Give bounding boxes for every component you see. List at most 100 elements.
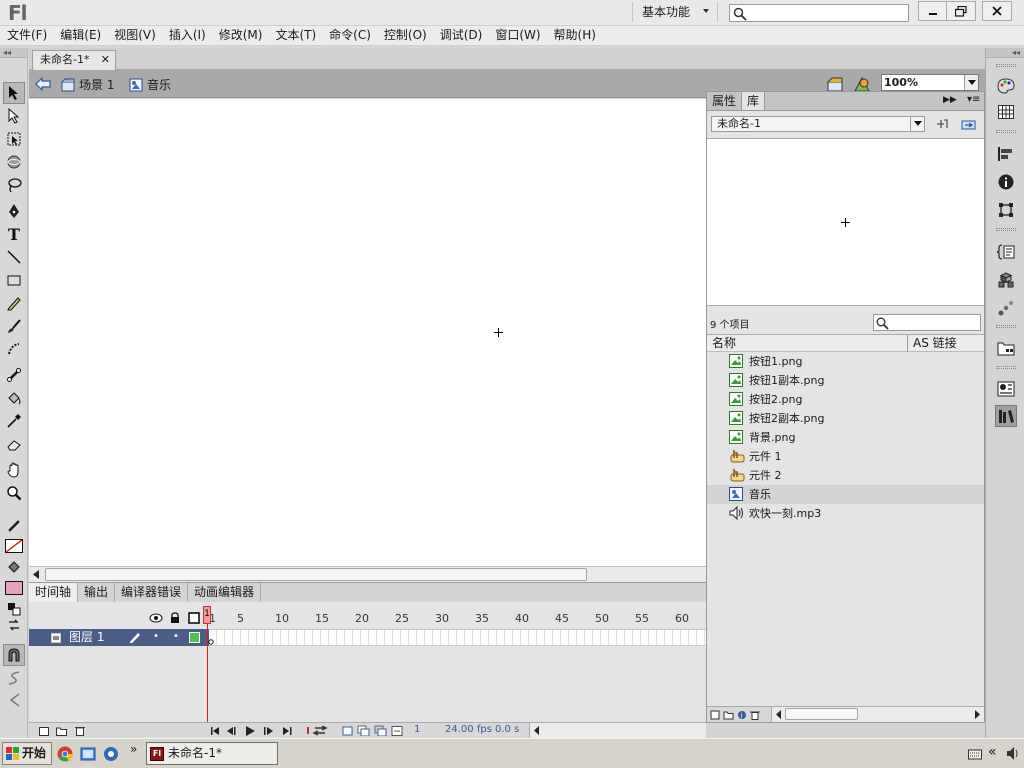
tab-output[interactable]: 输出 [78,583,116,602]
playhead[interactable]: 1 [203,606,211,624]
scroll-left-icon[interactable] [775,710,782,719]
3d-rotation-tool[interactable] [3,151,25,173]
stage-horizontal-scrollbar[interactable] [29,566,706,582]
speaker-icon[interactable] [1006,746,1020,761]
new-folder-icon[interactable] [56,726,67,736]
smooth-button[interactable] [3,667,25,689]
library-actions[interactable]: i [710,710,772,720]
tab-properties[interactable]: 属性 [707,92,741,110]
scroll-left-icon[interactable] [533,726,540,735]
color-panel-button[interactable] [995,75,1017,97]
column-name-header[interactable]: 名称 [712,335,736,352]
eye-icon[interactable] [149,613,163,623]
project-panel-button[interactable] [995,337,1017,359]
stage[interactable] [29,99,706,566]
library-item[interactable]: 按钮1副本.png [707,371,984,390]
current-frame-value[interactable]: 1 [414,724,420,735]
lock-icon[interactable] [170,612,180,624]
onion-skin-controls[interactable] [342,725,404,736]
collapse-panel-icon[interactable]: ▶▶ [943,95,957,105]
line-tool[interactable] [3,246,25,268]
loop-icon[interactable] [307,725,329,736]
tray-expand-icon[interactable]: « [988,744,997,760]
pencil-tool[interactable] [3,292,25,314]
restore-button[interactable] [946,1,976,21]
elapsed-time-value[interactable]: 0.0 s [495,724,519,735]
column-linkage-header[interactable]: AS 链接 [907,335,957,352]
text-tool[interactable]: T [3,223,25,245]
close-tab-icon[interactable]: ✕ [101,51,110,69]
menu-help[interactable]: 帮助(H) [547,26,602,45]
new-library-panel-icon[interactable] [961,118,977,130]
expand-panels-button[interactable]: ◂◂ [986,48,1024,58]
pin-library-icon[interactable] [935,118,949,130]
align-panel-button[interactable] [995,143,1017,165]
outline-icon[interactable] [188,612,200,624]
brush-tool[interactable] [3,315,25,337]
visibility-dot[interactable]: • [153,628,159,645]
scroll-left-icon[interactable] [32,570,40,579]
lock-dot[interactable]: • [173,628,179,645]
library-panel-button[interactable] [995,405,1017,427]
properties-panel-button[interactable] [995,378,1017,400]
library-item[interactable]: 按钮2副本.png [707,409,984,428]
components-panel-button[interactable] [995,269,1017,291]
tab-compiler-errors[interactable]: 编译器错误 [115,583,189,602]
settings-gear-icon[interactable] [103,746,119,762]
free-transform-tool[interactable] [3,128,25,150]
fill-color-swatch[interactable] [3,577,25,599]
info-panel-button[interactable] [995,171,1017,193]
motion-presets-panel-button[interactable] [995,297,1017,319]
library-document-select[interactable]: 未命名-1 [711,116,925,132]
edit-scene-button[interactable] [826,76,844,92]
menu-view[interactable]: 视图(V) [107,26,162,45]
eraser-tool[interactable] [3,433,25,455]
library-item[interactable]: 音乐 [707,485,984,504]
timeline-horizontal-scrollbar[interactable] [529,723,706,738]
menu-control[interactable]: 控制(O) [377,26,433,45]
pen-tool[interactable] [3,200,25,222]
tab-timeline[interactable]: 时间轴 [29,583,79,602]
library-item[interactable]: 按钮1.png [707,352,984,371]
menu-commands[interactable]: 命令(C) [322,26,377,45]
quicklaunch-more-icon[interactable]: » [130,742,137,756]
menu-insert[interactable]: 插入(I) [162,26,212,45]
frame-ruler[interactable]: 1 5 10 15 20 25 30 35 40 45 50 55 60 [209,606,706,628]
paint-bucket-tool[interactable] [3,387,25,409]
close-button[interactable] [982,1,1012,21]
back-button[interactable] [35,77,51,91]
menu-text[interactable]: 文本(T) [268,26,322,45]
library-horizontal-scrollbar[interactable] [771,707,984,722]
layer-row[interactable]: 图层 1 • • [29,629,209,646]
library-item[interactable]: 欢快一刻.mp3 [707,504,984,523]
fps-value[interactable]: 24.00 fps [445,724,492,735]
library-item[interactable]: 背景.png [707,428,984,447]
taskbar-window-button[interactable]: Fl 未命名-1* [146,742,278,765]
zoom-tool[interactable] [3,482,25,504]
scrollbar-thumb[interactable] [45,568,587,581]
swatches-panel-button[interactable] [995,101,1017,123]
explorer-icon[interactable] [80,746,96,762]
menu-file[interactable]: 文件(F) [0,26,53,45]
panel-menu-icon[interactable]: ▾≡ [967,94,980,105]
outline-color-swatch[interactable] [189,632,200,643]
scrollbar-thumb[interactable] [785,708,858,720]
document-tab[interactable]: 未命名-1* ✕ [32,50,116,70]
minimize-button[interactable] [918,1,948,21]
library-item[interactable]: 元件 1 [707,447,984,466]
help-search-input[interactable] [729,4,909,22]
scroll-right-icon[interactable] [974,710,981,719]
snap-to-objects-button[interactable] [3,644,25,666]
hand-tool[interactable] [3,459,25,481]
start-button[interactable]: 开始 [2,742,52,765]
actions-panel-button[interactable] [995,241,1017,263]
tab-motion-editor[interactable]: 动画编辑器 [188,583,262,602]
stroke-color-swatch[interactable] [3,535,25,557]
frames-row[interactable] [208,629,706,646]
library-item[interactable]: 按钮2.png [707,390,984,409]
tab-library[interactable]: 库 [741,92,766,110]
stroke-color-tool[interactable] [3,514,25,536]
menu-modify[interactable]: 修改(M) [212,26,269,45]
deco-tool[interactable] [3,338,25,360]
menu-edit[interactable]: 编辑(E) [53,26,107,45]
